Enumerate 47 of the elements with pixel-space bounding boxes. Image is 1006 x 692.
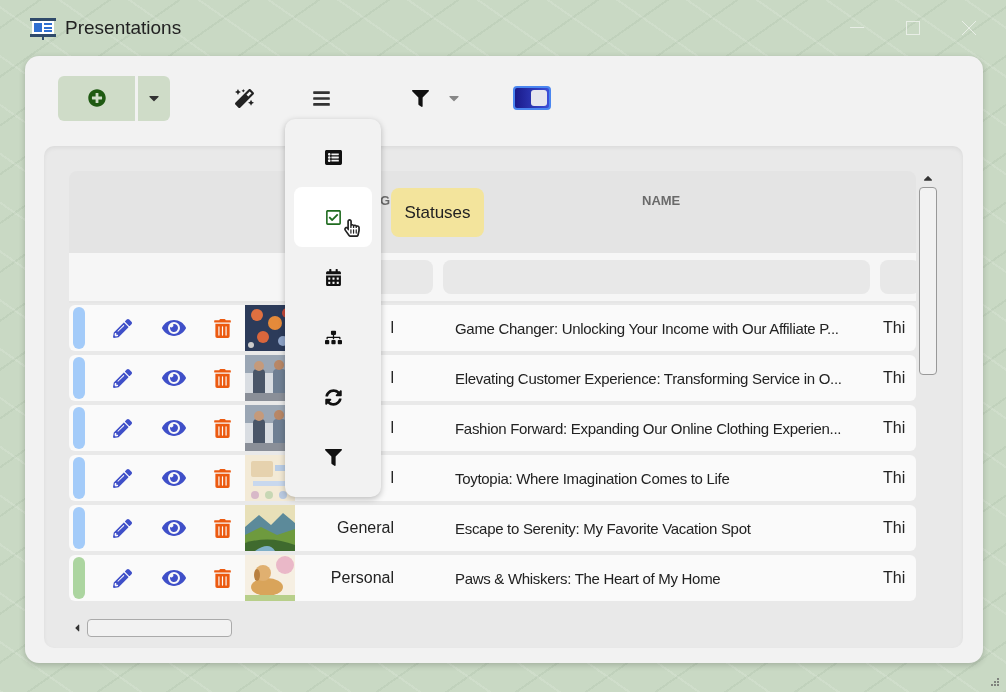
table-cell: Thi — [883, 519, 906, 537]
magic-wand-icon[interactable] — [232, 86, 256, 110]
window-title: Presentations — [65, 17, 182, 39]
table-row[interactable]: General Escape to Serenity: My Favorite Vacation Spot Thi — [69, 505, 916, 551]
edit-icon[interactable] — [110, 366, 134, 390]
menu-item[interactable] — [294, 187, 372, 247]
table-row[interactable]: l Toytopia: Where Imagination Comes to Life Thi — [69, 455, 916, 501]
horizontal-scroll-thumb[interactable] — [87, 619, 232, 637]
checkbox-icon — [324, 208, 342, 226]
add-button[interactable] — [58, 75, 135, 121]
table-cell-text: l — [389, 419, 394, 437]
tooltip: Statuses — [391, 188, 484, 237]
table-row[interactable]: Personal Paws & Whiskers: The Heart of My Home Thi — [69, 555, 916, 601]
edit-icon[interactable] — [110, 516, 134, 540]
list-icon — [324, 148, 342, 166]
table-cell-text: Paws & Whiskers: The Heart of My Home — [455, 569, 722, 587]
table-cell: Thi — [883, 469, 906, 487]
table-cell: Thi — [883, 369, 906, 387]
column-header[interactable]: G — [380, 193, 391, 208]
table-cell-text: Elevating Customer Experience: Transforming Service in O... — [455, 369, 843, 387]
toggle-switch[interactable] — [513, 86, 551, 110]
table-cell-text: General — [336, 519, 394, 537]
table-cell-text: Fashion Forward: Expanding Our Online Clothing Experien... — [455, 419, 843, 437]
edit-icon[interactable] — [110, 566, 134, 590]
hand-cursor-icon — [343, 219, 361, 237]
presentation-board-icon — [30, 16, 56, 40]
table-cell-text: l — [389, 319, 394, 337]
table-cell: Thi — [883, 319, 906, 337]
vertical-scroll-thumb[interactable] — [919, 187, 937, 375]
plus-icon — [87, 89, 106, 107]
table-cell-text: l — [389, 369, 394, 387]
column-header[interactable]: NAME — [642, 193, 681, 208]
filter-icon — [324, 448, 342, 466]
resize-grip-icon[interactable] — [990, 677, 1000, 687]
table-cell-text: l — [389, 469, 394, 487]
table-cell: Personal — [330, 569, 394, 587]
table-cell-text: Game Changer: Unlocking Your Income with Our Affiliate P... — [455, 319, 840, 337]
edit-icon[interactable] — [110, 416, 134, 440]
edit-icon[interactable] — [110, 316, 134, 340]
table-cell-text: Escape to Serenity: My Favorite Vacation Spot — [455, 519, 752, 537]
table-cell: Thi — [883, 569, 906, 587]
table-cell-text: Toytopia: Where Imagination Comes to Life — [455, 469, 731, 487]
sitemap-icon — [324, 328, 342, 346]
edit-icon[interactable] — [110, 466, 134, 490]
calendar-icon — [324, 268, 342, 286]
table-cell: Thi — [883, 419, 906, 437]
refresh-icon — [324, 388, 342, 406]
